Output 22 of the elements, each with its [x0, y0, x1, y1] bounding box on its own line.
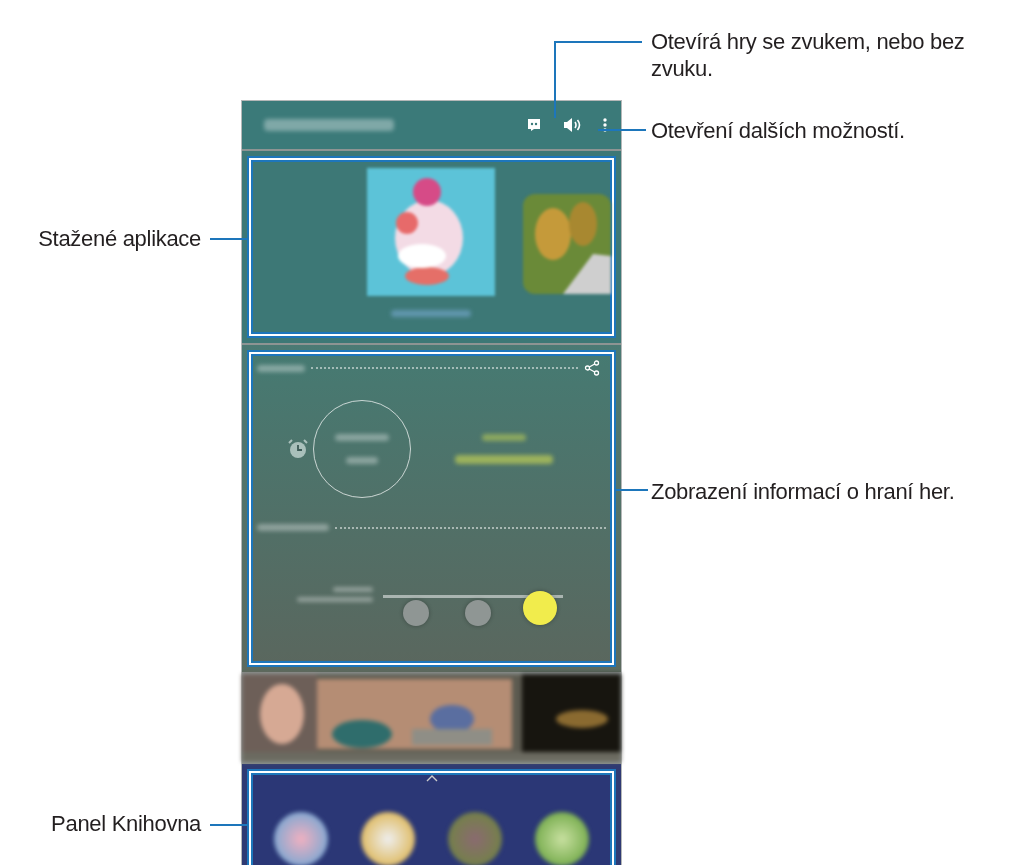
blurred-text	[257, 364, 305, 372]
callout-text: Stažené aplikace	[38, 225, 201, 252]
chevron-up-icon[interactable]	[425, 775, 438, 782]
callout-text: Otevření dalších možností.	[651, 117, 906, 144]
alarm-clock-icon	[287, 438, 309, 460]
mode-option[interactable]	[523, 591, 557, 625]
app-icon[interactable]	[273, 811, 328, 865]
callout-text: Panel Knihovna	[51, 810, 201, 837]
blurred-text	[482, 434, 526, 441]
app-icon[interactable]	[360, 811, 415, 865]
chat-icon[interactable]	[527, 118, 541, 132]
callout-text: Zobrazení informací o hraní her.	[651, 478, 956, 505]
leader-line	[597, 129, 647, 131]
blurred-text	[346, 457, 378, 464]
share-icon[interactable]	[584, 360, 600, 376]
blurred-text	[335, 434, 389, 441]
blurred-text	[257, 524, 329, 531]
blurred-text	[333, 587, 373, 592]
callout-text: Otevírá hry se zvukem, nebo bez zvuku.	[651, 28, 966, 82]
app-icon[interactable]	[535, 811, 590, 865]
speaker-icon[interactable]	[563, 118, 581, 132]
more-options-icon[interactable]	[603, 118, 607, 132]
